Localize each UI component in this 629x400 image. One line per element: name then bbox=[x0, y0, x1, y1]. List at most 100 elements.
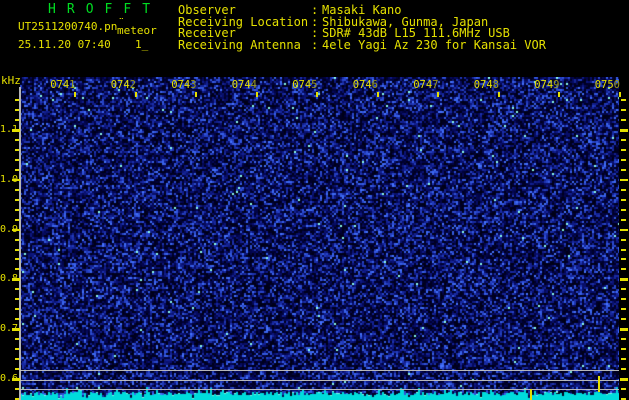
freq-axis-unit: kHz bbox=[1, 74, 21, 87]
freq-minor-tick-left bbox=[14, 119, 19, 122]
station-info: Observer: Masaki Kano Receiving Location: S… bbox=[178, 4, 546, 53]
freq-minor-tick-right bbox=[620, 387, 626, 390]
freq-minor-tick-left bbox=[14, 238, 19, 241]
time-minute-tick bbox=[618, 92, 621, 97]
freq-minor-tick-left bbox=[14, 258, 19, 261]
time-tick-label: 0742 bbox=[110, 79, 136, 91]
time-tick-label: 0746 bbox=[352, 79, 378, 91]
freq-minor-tick-left bbox=[14, 188, 19, 191]
info-value: 4ele Yagi Az 230 for Kansai VOR bbox=[322, 38, 546, 53]
freq-minor-tick-right bbox=[620, 148, 626, 151]
freq-minor-tick-left bbox=[14, 178, 19, 181]
time-minute-tick bbox=[195, 92, 197, 97]
time-tick-label: 0743 bbox=[171, 79, 197, 91]
freq-minor-tick-right bbox=[620, 158, 626, 161]
freq-minor-tick-left bbox=[14, 198, 19, 201]
freq-minor-tick-left bbox=[14, 298, 19, 301]
freq-minor-tick-left bbox=[14, 348, 19, 351]
time-label-last-digit: 8 bbox=[492, 79, 499, 91]
freq-minor-tick-right bbox=[620, 168, 626, 171]
time-label-last-digit: 0 bbox=[613, 79, 620, 91]
freq-minor-tick-right bbox=[620, 308, 626, 311]
time-minute-tick bbox=[497, 92, 500, 97]
freq-minor-tick-right bbox=[620, 298, 626, 301]
hrofft-window: H R O F F T UT2511200740.pn ¨ meteor 25.… bbox=[0, 0, 629, 400]
freq-minor-tick-left bbox=[14, 138, 19, 141]
time-label-prefix: 074 bbox=[110, 79, 130, 91]
freq-minor-tick-right bbox=[620, 208, 626, 211]
info-separator: : bbox=[311, 38, 319, 53]
freq-minor-tick-left bbox=[14, 268, 19, 271]
reference-line-upper bbox=[20, 369, 619, 371]
time-tick-label: 0744 bbox=[231, 79, 257, 91]
freq-minor-tick-left bbox=[14, 308, 19, 311]
time-tick-label: 0747 bbox=[413, 79, 439, 91]
freq-minor-tick-left bbox=[14, 148, 19, 151]
time-label-prefix: 074 bbox=[473, 79, 493, 91]
freq-minor-tick-right bbox=[620, 248, 626, 251]
app-title: H R O F F T bbox=[48, 2, 152, 17]
freq-minor-tick-right bbox=[620, 218, 626, 221]
time-tick-label: 0750 bbox=[594, 79, 620, 91]
freq-minor-tick-right bbox=[620, 178, 626, 181]
freq-minor-tick-right bbox=[620, 109, 626, 112]
freq-minor-tick-right bbox=[620, 358, 626, 361]
time-label-last-digit: 7 bbox=[432, 79, 439, 91]
freq-minor-tick-left bbox=[14, 368, 19, 371]
station-info-row: Receiving Antenna:4ele Yagi Az 230 for K… bbox=[178, 38, 546, 53]
freq-minor-tick-right bbox=[620, 119, 626, 122]
freq-minor-tick-left bbox=[14, 318, 19, 321]
spectrogram-canvas bbox=[20, 77, 619, 400]
freq-minor-tick-left bbox=[14, 378, 19, 380]
freq-minor-tick-right bbox=[620, 368, 626, 371]
freq-minor-tick-right bbox=[620, 198, 626, 201]
freq-minor-tick-right bbox=[620, 238, 626, 241]
peak-marker bbox=[597, 376, 600, 392]
time-label-last-digit: 3 bbox=[190, 79, 197, 91]
image-counter: 1_ bbox=[135, 38, 149, 51]
freq-minor-tick-right bbox=[620, 268, 626, 271]
freq-minor-tick-left bbox=[14, 168, 19, 171]
freq-minor-tick-left bbox=[14, 278, 19, 281]
freq-axis-line bbox=[19, 87, 21, 400]
time-label-last-digit: 4 bbox=[250, 79, 257, 91]
freq-minor-tick-left bbox=[14, 158, 19, 161]
freq-minor-tick-right bbox=[620, 378, 626, 380]
time-label-prefix: 074 bbox=[50, 79, 70, 91]
freq-minor-tick-right bbox=[620, 258, 626, 261]
output-filename: UT2511200740.pn bbox=[18, 20, 118, 33]
time-label-prefix: 074 bbox=[534, 79, 554, 91]
time-label-last-digit: 5 bbox=[311, 79, 318, 91]
time-label-prefix: 074 bbox=[413, 79, 433, 91]
reference-line-middle bbox=[20, 379, 619, 381]
time-minute-tick bbox=[316, 92, 318, 97]
event-marker bbox=[529, 389, 532, 400]
session-label: meteor bbox=[117, 24, 157, 37]
freq-minor-tick-right bbox=[620, 228, 626, 231]
freq-minor-tick-right bbox=[620, 129, 626, 131]
freq-minor-tick-left bbox=[14, 228, 19, 231]
time-label-prefix: 074 bbox=[171, 79, 191, 91]
freq-minor-tick-left bbox=[14, 328, 19, 331]
freq-minor-tick-right bbox=[620, 138, 626, 141]
freq-minor-tick-left bbox=[14, 129, 19, 131]
time-label-last-digit: 9 bbox=[553, 79, 560, 91]
time-minute-tick bbox=[255, 92, 258, 97]
time-minute-tick bbox=[437, 92, 439, 97]
freq-minor-tick-right bbox=[620, 338, 626, 341]
freq-minor-tick-left bbox=[14, 99, 19, 102]
freq-minor-tick-left bbox=[14, 218, 19, 221]
time-label-prefix: 074 bbox=[352, 79, 372, 91]
timestamp: 25.11.20 07:40 bbox=[18, 38, 111, 51]
freq-minor-tick-right bbox=[620, 288, 626, 291]
freq-minor-tick-left bbox=[14, 288, 19, 291]
time-tick-label: 0745 bbox=[292, 79, 318, 91]
time-label-prefix: 074 bbox=[231, 79, 251, 91]
time-label-last-digit: 6 bbox=[371, 79, 378, 91]
freq-minor-tick-left bbox=[14, 208, 19, 211]
time-label-last-digit: 1 bbox=[69, 79, 76, 91]
freq-minor-tick-left bbox=[14, 338, 19, 341]
freq-minor-tick-right bbox=[620, 348, 626, 351]
freq-minor-tick-right bbox=[620, 188, 626, 191]
freq-minor-tick-left bbox=[14, 248, 19, 251]
